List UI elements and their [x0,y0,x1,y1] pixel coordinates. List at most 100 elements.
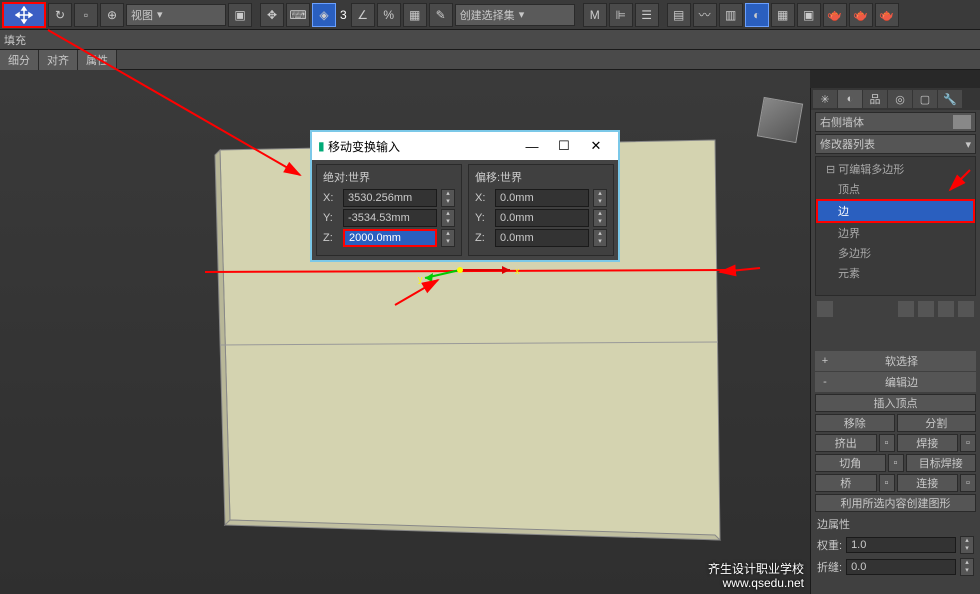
edit-named-sel[interactable]: ✎ [429,3,453,27]
off-x-spinner[interactable]: ▴▾ [593,189,607,207]
modify-tab[interactable]: ◐ [838,90,862,108]
object-name-field[interactable]: 右侧墙体 [815,112,976,132]
render-frame[interactable]: ▣ [797,3,821,27]
modifier-stack[interactable]: ⊟ 可编辑多边形 顶点 边 边界 多边形 元素 [815,156,976,296]
spinner-snap[interactable]: ▦ [403,3,427,27]
weight-spinner[interactable]: ▴▾ [960,536,974,554]
hierarchy-tab[interactable]: 品 [863,90,887,108]
svg-text:x: x [515,266,520,276]
command-panel: ✳ ◐ 品 ◎ ▢ 🔧 右侧墙体 修改器列表 ▾ ⊟ 可编辑多边形 顶点 边 边… [810,88,980,594]
tree-polygon[interactable]: 多边形 [818,243,973,263]
schematic-view[interactable]: ▥ [719,3,743,27]
move-transform-dialog: ▮ 移动变换输入 — ☐ ✕ 绝对:世界 X: 3530.256mm ▴▾ Y:… [310,130,620,262]
display-tab[interactable]: ▢ [913,90,937,108]
weld-opts[interactable]: ▫ [960,434,976,452]
target-weld-btn[interactable]: 目标焊接 [906,454,977,472]
keyboard-shortcut[interactable]: ⌨ [286,3,310,27]
dialog-title-text: 移动变换输入 [328,138,400,155]
make-unique-icon[interactable] [918,301,934,317]
curve-editor[interactable]: 〰 [693,3,717,27]
off-z-spinner[interactable]: ▴▾ [593,229,607,247]
render-setup[interactable]: ▦ [771,3,795,27]
edit-edge-rollout[interactable]: -编辑边 [815,372,976,392]
tree-vertex[interactable]: 顶点 [818,179,973,199]
abs-z-input[interactable]: 2000.0mm [343,229,437,247]
absolute-world-group: 绝对:世界 X: 3530.256mm ▴▾ Y: -3534.53mm ▴▾ … [316,164,462,256]
select-manipulate[interactable]: ✥ [260,3,284,27]
extrude-opts[interactable]: ▫ [879,434,895,452]
split-btn[interactable]: 分割 [897,414,977,432]
teapot-production[interactable]: 🫖 [849,3,873,27]
remove-modifier-icon[interactable] [938,301,954,317]
tree-root[interactable]: ⊟ 可编辑多边形 [818,159,973,179]
extrude-btn[interactable]: 挤出 [815,434,877,452]
snap-num: 3 [338,8,349,22]
watermark: 齐生设计职业学校 www.qsedu.net [708,562,804,590]
modifier-list-dropdown[interactable]: 修改器列表 ▾ [815,134,976,154]
configure-sets-icon[interactable] [958,301,974,317]
tree-element[interactable]: 元素 [818,263,973,283]
chamfer-btn[interactable]: 切角 [815,454,886,472]
tab-properties[interactable]: 属性 [78,50,117,70]
ribbon-btn[interactable]: ▤ [667,3,691,27]
ref-coord-dropdown[interactable]: 视图▾ [126,4,226,26]
bridge-btn[interactable]: 桥 [815,474,877,492]
abs-y-spinner[interactable]: ▴▾ [441,209,455,227]
rotate-tool[interactable]: ↻ [48,3,72,27]
minimize-btn[interactable]: — [516,135,548,157]
insert-vertex-btn[interactable]: 插入顶点 [815,394,976,412]
abs-x-spinner[interactable]: ▴▾ [441,189,455,207]
bridge-opts[interactable]: ▫ [879,474,895,492]
pin-stack-icon[interactable] [817,301,833,317]
create-tab[interactable]: ✳ [813,90,837,108]
placement-tool[interactable]: ⊕ [100,3,124,27]
percent-snap[interactable]: % [377,3,401,27]
off-z-input[interactable]: 0.0mm [495,229,589,247]
command-panel-tabs: ✳ ◐ 品 ◎ ▢ 🔧 [811,88,980,110]
connect-opts[interactable]: ▫ [960,474,976,492]
off-y-input[interactable]: 0.0mm [495,209,589,227]
layer-btn[interactable]: ☰ [635,3,659,27]
remove-btn[interactable]: 移除 [815,414,895,432]
abs-y-input[interactable]: -3534.53mm [343,209,437,227]
ribbon-bar: 填充 [0,30,980,50]
maximize-btn[interactable]: ☐ [548,135,580,157]
mirror-btn[interactable]: M [583,3,607,27]
abs-z-spinner[interactable]: ▴▾ [441,229,455,247]
align-btn[interactable]: ⊫ [609,3,633,27]
create-shape-btn[interactable]: 利用所选内容创建图形 [815,494,976,512]
tab-subdivide[interactable]: 细分 [0,50,39,70]
show-end-result-icon[interactable] [898,301,914,317]
abs-x-input[interactable]: 3530.256mm [343,189,437,207]
soft-selection-rollout[interactable]: +软选择 [815,351,976,371]
dialog-titlebar[interactable]: ▮ 移动变换输入 — ☐ ✕ [312,132,618,160]
weight-input[interactable]: 1.0 [846,537,956,553]
motion-tab[interactable]: ◎ [888,90,912,108]
connect-btn[interactable]: 连接 [897,474,959,492]
off-y-spinner[interactable]: ▴▾ [593,209,607,227]
move-tool[interactable] [2,2,46,28]
viewcube[interactable] [757,97,803,143]
utilities-tab[interactable]: 🔧 [938,90,962,108]
weld-btn[interactable]: 焊接 [897,434,959,452]
close-btn[interactable]: ✕ [580,135,612,157]
chamfer-opts[interactable]: ▫ [888,454,904,472]
tree-border[interactable]: 边界 [818,223,973,243]
teapot-iterative[interactable]: 🫖 [875,3,899,27]
crease-spinner[interactable]: ▴▾ [960,558,974,576]
tree-edge[interactable]: 边 [816,199,975,223]
snap-toggle[interactable]: ◈ [312,3,336,27]
use-center-btn[interactable]: ▣ [228,3,252,27]
edge-props-label: 边属性 [811,514,980,534]
tab-align[interactable]: 对齐 [39,50,78,70]
scale-tool[interactable]: ▫ [74,3,98,27]
off-x-input[interactable]: 0.0mm [495,189,589,207]
render-btn[interactable]: 🫖 [823,3,847,27]
material-editor[interactable]: ◐ [745,3,769,27]
angle-snap[interactable]: ∠ [351,3,375,27]
ribbon-tabs: 细分 对齐 属性 [0,50,980,70]
crease-input[interactable]: 0.0 [846,559,956,575]
main-toolbar: ↻ ▫ ⊕ 视图▾ ▣ ✥ ⌨ ◈ 3 ∠ % ▦ ✎ 创建选择集▾ M ⊫ ☰… [0,0,980,30]
named-sel-dropdown[interactable]: 创建选择集▾ [455,4,575,26]
stack-icons [811,298,980,320]
